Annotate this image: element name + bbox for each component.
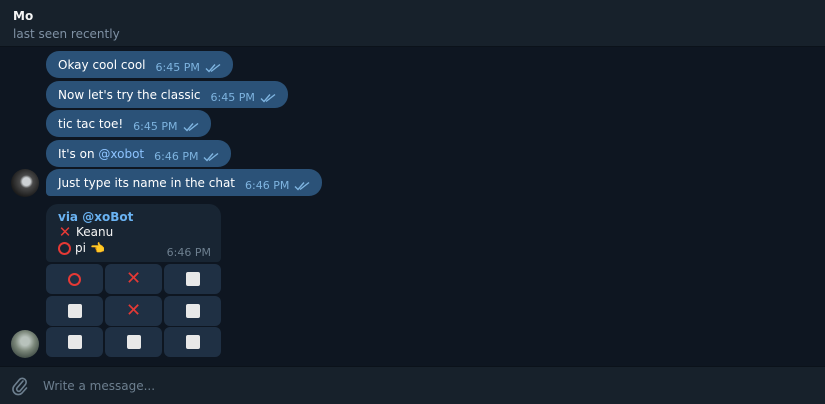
empty-cell-icon: [185, 272, 200, 286]
empty-cell-icon: [185, 335, 200, 349]
message-time: 6:45 PM: [210, 91, 255, 104]
empty-cell-icon: [185, 304, 200, 318]
double-check-icon: [260, 93, 276, 103]
x-mark-icon: ✕: [125, 268, 142, 289]
board-cell[interactable]: ✕: [105, 264, 162, 294]
board-cell[interactable]: [46, 296, 103, 326]
board-cell[interactable]: [46, 327, 103, 357]
message-text: Just type its name in the chat: [58, 175, 236, 190]
double-check-icon: [205, 63, 221, 73]
board-cell[interactable]: [164, 264, 221, 294]
message-text: Now let's try the classic: [58, 87, 201, 102]
board-cell[interactable]: [164, 296, 221, 326]
player-row: pi 👈: [58, 241, 105, 255]
message-bubble[interactable]: Okay cool cool 6:45 PM: [46, 51, 233, 78]
board-cell[interactable]: ✕: [105, 296, 162, 326]
x-mark-icon: ✕: [58, 223, 72, 241]
paperclip-icon[interactable]: [12, 376, 28, 396]
message-time: 6:45 PM: [133, 120, 178, 133]
message-text: It's on @xobot: [58, 147, 144, 161]
board-cell[interactable]: [46, 264, 103, 294]
message-bubble[interactable]: It's on @xobot 6:46 PM: [46, 140, 232, 167]
double-check-icon: [203, 152, 219, 162]
o-mark-icon: [58, 241, 71, 255]
double-check-icon: [294, 181, 310, 191]
empty-cell-icon: [126, 335, 141, 349]
x-mark-icon: ✕: [125, 300, 142, 321]
pointing-hand-emoji: 👈: [89, 241, 105, 255]
message-time: 6:46 PM: [166, 246, 211, 259]
chat-header[interactable]: Mo last seen recently: [0, 0, 825, 47]
bot-mention-link[interactable]: @xobot: [98, 147, 144, 161]
message-text-prefix: It's on: [58, 146, 99, 161]
game-message-card[interactable]: via @xoBot ✕ Keanu pi 👈 6:46 PM: [46, 204, 221, 262]
contact-name[interactable]: Mo: [13, 9, 33, 23]
avatar[interactable]: [11, 169, 39, 197]
message-time: 6:45 PM: [155, 61, 200, 74]
message-bubble[interactable]: tic tac toe! 6:45 PM: [46, 110, 211, 137]
empty-cell-icon: [67, 304, 82, 318]
player-name: pi: [75, 241, 86, 255]
double-check-icon: [183, 122, 198, 132]
message-bubble[interactable]: Now let's try the classic 6:45 PM: [46, 81, 288, 108]
board-cell[interactable]: [105, 327, 162, 357]
player-name: Keanu: [76, 225, 114, 239]
o-mark-icon: [68, 272, 81, 286]
message-time: 6:46 PM: [245, 179, 290, 192]
message-time: 6:46 PM: [154, 150, 199, 163]
message-composer: Write a message...: [0, 366, 825, 404]
board-cell[interactable]: [164, 327, 221, 357]
message-input[interactable]: Write a message...: [43, 379, 155, 393]
message-text: Okay cool cool: [58, 57, 146, 72]
message-text: tic tac toe!: [58, 116, 124, 131]
via-bot-label[interactable]: via @xoBot: [58, 210, 133, 224]
avatar[interactable]: [11, 330, 39, 358]
empty-cell-icon: [67, 335, 82, 349]
message-bubble[interactable]: Just type its name in the chat 6:46 PM: [46, 169, 323, 196]
contact-status: last seen recently: [13, 27, 120, 41]
player-row: ✕ Keanu: [58, 223, 114, 241]
